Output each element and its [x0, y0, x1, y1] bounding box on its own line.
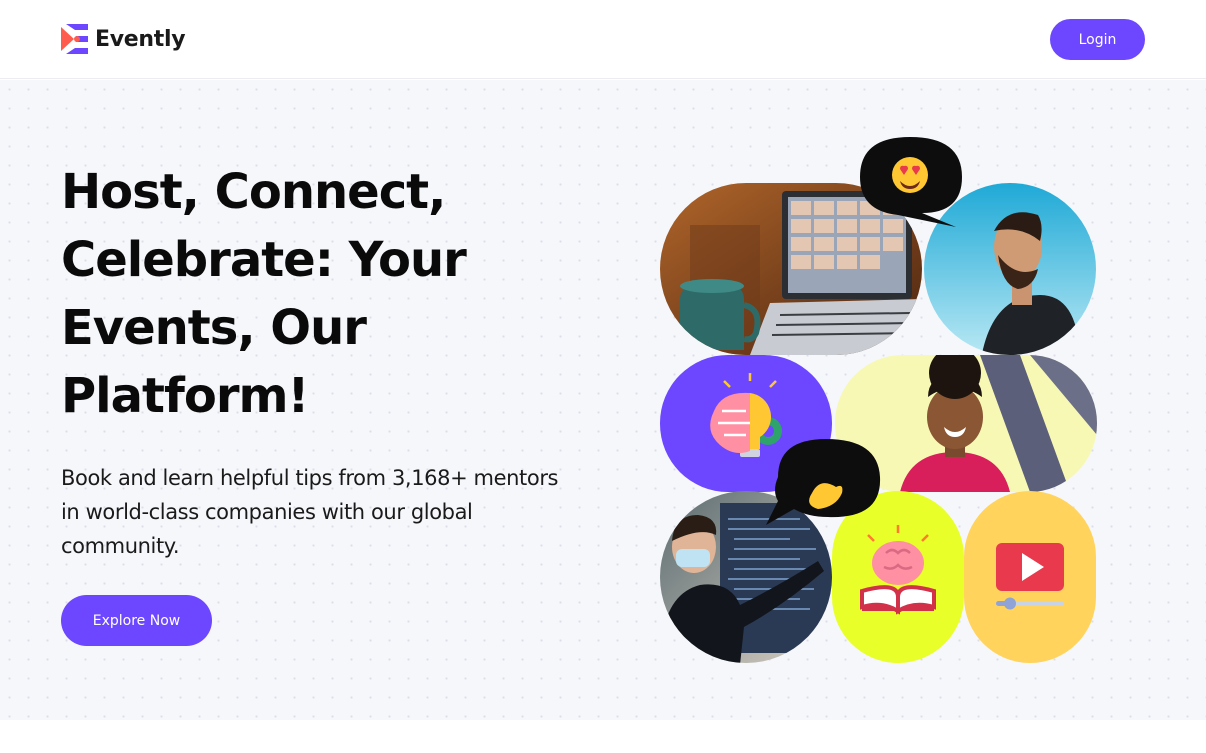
hero-title: Host, Connect, Celebrate: Your Events, O… [61, 164, 467, 424]
explore-now-button[interactable]: Explore Now [61, 595, 212, 646]
site-header: Evently Login [0, 0, 1206, 79]
brand-name: Evently [95, 26, 186, 52]
page-bottom-strip [0, 720, 1206, 753]
evently-logo-icon [61, 24, 88, 54]
photo-man-laughing [924, 183, 1096, 355]
brain-book-icon [832, 491, 964, 663]
login-button[interactable]: Login [1050, 19, 1145, 60]
photo-man-presenting [660, 491, 832, 663]
video-player-icon [964, 491, 1096, 663]
brand-logo[interactable]: Evently [61, 24, 186, 54]
hero-collage [660, 137, 1097, 663]
hero-subtitle: Book and learn helpful tips from 3,168+ … [61, 466, 559, 558]
